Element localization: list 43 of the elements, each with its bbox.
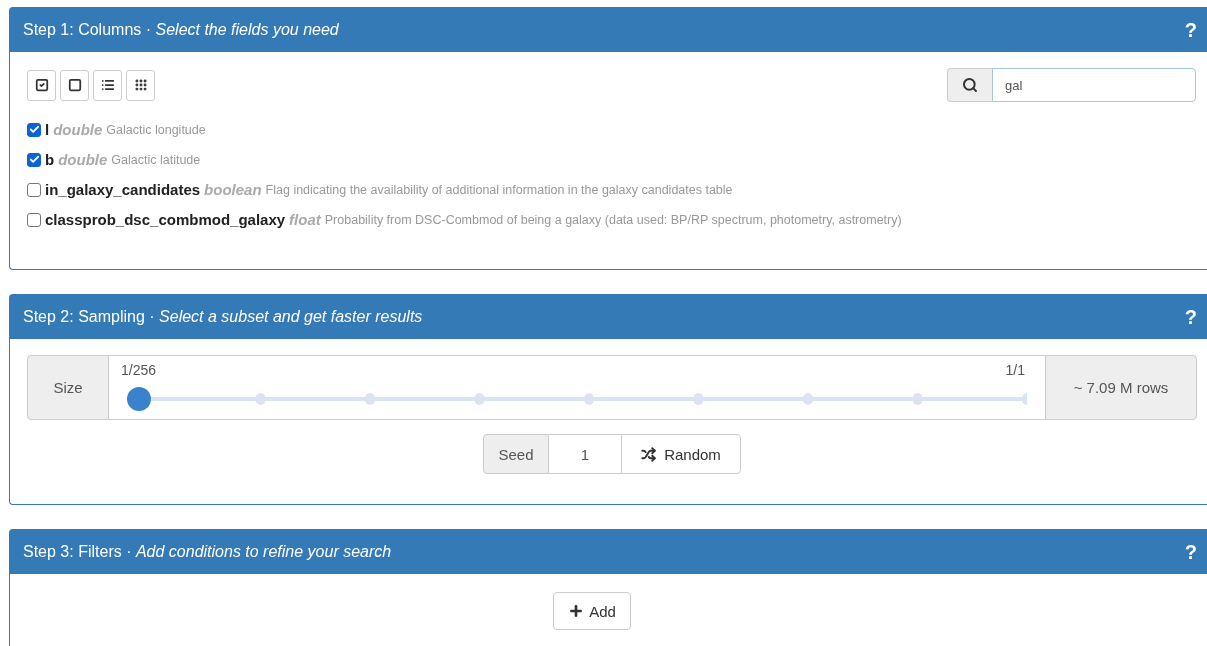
search-field[interactable]: gal (992, 68, 1196, 102)
column-type: double (53, 121, 103, 138)
help-link[interactable]: ? (1184, 540, 1197, 564)
column-type: double (58, 151, 108, 168)
seed-field[interactable]: 1 (549, 434, 621, 474)
add-button[interactable]: Add (553, 592, 631, 630)
panel-title: Step 3: Filters · Add conditions to refine your search (23, 543, 392, 561)
checkbox[interactable] (27, 212, 41, 227)
help-link[interactable]: ? (1184, 18, 1197, 42)
column-description: Galactic latitude (111, 152, 201, 167)
plus-icon (568, 603, 585, 619)
column-name: l (45, 121, 50, 138)
grid-icon (133, 78, 148, 92)
select-all-button[interactable] (27, 69, 56, 101)
panel-title: Step 2: Sampling · Select a subset and get faster results (23, 308, 423, 326)
rows-estimate: ~ 7.09 M rows (1045, 355, 1197, 420)
seed-label: Seed (483, 434, 549, 474)
max-label: 1/1 (1005, 362, 1025, 378)
column-name: classprob_dsc_combmod_galaxy (45, 211, 286, 228)
checkbox[interactable] (27, 182, 41, 197)
column-name: b (45, 151, 55, 168)
column-description: Galactic longitude (106, 122, 206, 137)
panel-title: Step 1: Columns · Select the fields you need (23, 21, 339, 39)
checkbox-icon (34, 78, 49, 92)
slider-handle[interactable] (127, 387, 151, 411)
shuffle-icon (641, 446, 657, 462)
min-label: 1/256 (121, 362, 157, 378)
help-link[interactable]: ? (1184, 305, 1197, 329)
column-description: Flag indicating the availability of additional information in the galaxy candidates table (265, 182, 733, 197)
column-name: in_galaxy_candidates (45, 181, 201, 198)
checkbox[interactable] (27, 152, 41, 167)
list-icon (100, 78, 115, 92)
column-type: float (289, 211, 321, 228)
column-type: boolean (204, 181, 262, 198)
list-view-button[interactable] (93, 69, 122, 101)
random-button[interactable]: Random (621, 434, 741, 474)
select-none-button[interactable] (60, 69, 89, 101)
square-icon (67, 78, 82, 92)
size-label: Size (27, 355, 109, 420)
search-icon (962, 77, 978, 93)
checkbox[interactable] (27, 122, 41, 137)
column-description: Probability from DSC-Combmod of being a galaxy (data used: BP/RP spectrum, photometry, astrometry) (324, 212, 902, 227)
grid-view-button[interactable] (126, 69, 155, 101)
